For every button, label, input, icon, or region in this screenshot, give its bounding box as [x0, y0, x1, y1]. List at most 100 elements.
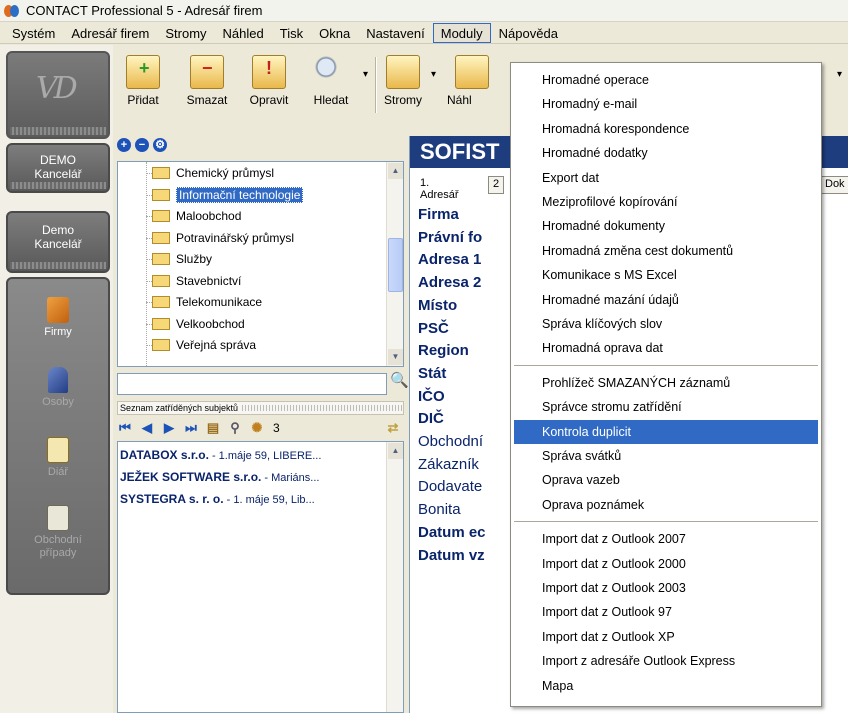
expand-icon[interactable]: + [117, 138, 131, 152]
list-item[interactable]: JEŽEK SOFTWARE s.r.o. - Mariáns... [120, 470, 384, 488]
toolbar-separator [375, 57, 377, 113]
menu-tisk[interactable]: Tisk [272, 23, 311, 43]
detail-field-label: PSČ [418, 319, 449, 337]
sync-icon[interactable]: ⇄ [385, 420, 401, 436]
scroll-thumb[interactable] [388, 238, 403, 292]
scroll-down-icon[interactable]: ▼ [388, 349, 403, 365]
tree-node[interactable]: Veřejná správa [152, 336, 256, 354]
find-dropdown-arrow-icon[interactable]: ▾ [363, 69, 371, 80]
menu-item[interactable]: Import z adresáře Outlook Express [514, 649, 818, 673]
tree-scrollbar[interactable]: ▲ ▼ [386, 162, 403, 366]
nav-item-diar[interactable]: Diář [8, 437, 108, 478]
tab-label: 2 [493, 178, 500, 190]
scroll-up-icon[interactable]: ▲ [388, 443, 403, 459]
brand-logo-icon: VD [36, 71, 78, 106]
nav-item-obchodni-pripady[interactable]: Obchodní případy [8, 505, 108, 560]
menu-item[interactable]: Správa svátků [514, 444, 818, 468]
menu-item[interactable]: Mapa [514, 674, 818, 698]
tab-2[interactable]: 2 [488, 176, 505, 194]
tree-node[interactable]: Telekomunikace [152, 293, 262, 311]
menu-item[interactable]: Hromadné mazání údajů [514, 288, 818, 312]
trees-dropdown-arrow-icon[interactable]: ▾ [431, 69, 439, 80]
company-name: JEŽEK SOFTWARE s.r.o. [120, 470, 262, 484]
nav-item-osoby[interactable]: Osoby [8, 367, 108, 408]
menu-item[interactable]: Hromadný e-mail [514, 92, 818, 116]
detail-field-label: Adresa 1 [418, 251, 482, 269]
menu-item[interactable]: Hromadná korespondence [514, 117, 818, 141]
menu-item[interactable]: Správa klíčových slov [514, 312, 818, 336]
tree-node[interactable]: Potravinářský průmysl [152, 229, 294, 247]
menu-náhled[interactable]: Náhled [215, 23, 272, 43]
preview-button-label: Náhl [447, 93, 472, 107]
search-icon[interactable]: 🔍 [390, 371, 409, 393]
menu-item[interactable]: Export dat [514, 166, 818, 190]
tree-node[interactable]: Velkoobchod [152, 315, 245, 333]
search-input[interactable] [117, 373, 387, 395]
menu-item[interactable]: Hromadné dodatky [514, 141, 818, 165]
list-item[interactable]: DATABOX s.r.o. - 1.máje 59, LIBERE... [120, 448, 384, 466]
first-record-icon[interactable]: ⏮ [117, 420, 133, 436]
add-button-label: Přidat [127, 93, 159, 107]
add-button[interactable]: + Přidat [123, 55, 163, 121]
menu-item[interactable]: Oprava poznámek [514, 493, 818, 517]
menu-nastavení[interactable]: Nastavení [358, 23, 433, 43]
menu-nápověda[interactable]: Nápověda [491, 23, 566, 43]
tree-node[interactable]: Chemický průmysl [152, 164, 274, 182]
tree-node[interactable]: Informační technologie [152, 186, 304, 204]
trees-button[interactable]: Stromy [383, 55, 423, 121]
find-button[interactable]: Hledat [309, 55, 353, 121]
menu-item[interactable]: Správce stromu zatřídění [514, 395, 818, 419]
prev-record-icon[interactable]: ◀ [139, 420, 155, 436]
menu-moduly[interactable]: Moduly [432, 22, 491, 43]
tab-adresar[interactable]: 1. Adresář [416, 176, 463, 201]
nav-demo-office-2[interactable]: Demo Kancelář [6, 211, 110, 273]
last-record-icon[interactable]: ⏭ [183, 420, 199, 436]
menu-item[interactable]: Kontrola duplicit [514, 419, 818, 444]
tree-node[interactable]: Maloobchod [152, 207, 241, 225]
notepad-icon [47, 505, 69, 531]
nav-demo-office-1[interactable]: DEMO Kancelář [6, 143, 110, 193]
tree-settings-icon[interactable]: ⚙ [153, 138, 167, 152]
menu-item[interactable]: Import dat z Outlook XP [514, 625, 818, 649]
delete-button[interactable]: − Smazat [185, 55, 229, 121]
edit-button-label: Opravit [249, 93, 289, 107]
menu-item[interactable]: Hromadná změna cest dokumentů [514, 239, 818, 263]
menu-item[interactable]: Meziprofilové kopírování [514, 190, 818, 214]
nav-item-firmy[interactable]: Firmy [8, 297, 108, 338]
company-name: SYSTEGRA s. r. o. [120, 492, 224, 506]
menu-item[interactable]: Hromadné operace [514, 68, 818, 92]
menu-item[interactable]: Prohlížeč SMAZANÝCH záznamů [514, 371, 818, 395]
subject-list: ▲ DATABOX s.r.o. - 1.máje 59, LIBERE... J… [117, 441, 404, 713]
preview-button[interactable]: Náhl [447, 55, 511, 121]
menu-item[interactable]: Hromadné dokumenty [514, 214, 818, 238]
menu-item[interactable]: Import dat z Outlook 2000 [514, 552, 818, 576]
list-scrollbar[interactable]: ▲ [386, 442, 403, 712]
subject-list-header: Seznam zatříděných subjektů [117, 401, 404, 415]
menu-bar: Systém Adresář firem Stromy Náhled Tisk Okna N… [0, 22, 848, 44]
menu-item[interactable]: Import dat z Outlook 97 [514, 600, 818, 624]
tab-dok[interactable]: Dok [820, 176, 848, 194]
scroll-up-icon[interactable]: ▲ [388, 163, 403, 179]
tree-node[interactable]: Služby [152, 250, 212, 268]
menu-item[interactable]: Komunikace s MS Excel [514, 263, 818, 287]
company-address: - 1. máje 59, Lib... [223, 494, 315, 506]
toolbar-overflow-arrow-icon[interactable]: ▾ [837, 69, 845, 80]
next-record-icon[interactable]: ▶ [161, 420, 177, 436]
menu-stromy[interactable]: Stromy [157, 23, 214, 43]
menu-item[interactable]: Import dat z Outlook 2003 [514, 576, 818, 600]
nav-item-label: Firmy [44, 326, 72, 338]
nav-demo-office-2-label: Demo Kancelář [34, 223, 82, 251]
menu-systém[interactable]: Systém [4, 23, 63, 43]
find-record-icon[interactable]: ⚲ [227, 420, 243, 436]
menu-item[interactable]: Import dat z Outlook 2007 [514, 527, 818, 551]
menu-okna[interactable]: Okna [311, 23, 358, 43]
collapse-icon[interactable]: − [135, 138, 149, 152]
menu-adresář-firem[interactable]: Adresář firem [63, 23, 157, 43]
list-item[interactable]: SYSTEGRA s. r. o. - 1. máje 59, Lib... [120, 492, 384, 510]
tree-node[interactable]: Stavebnictví [152, 272, 241, 290]
menu-item[interactable]: Oprava vazeb [514, 468, 818, 492]
open-record-icon[interactable]: ▤ [205, 420, 221, 436]
filter-icon[interactable]: ✺ [249, 420, 265, 436]
menu-item[interactable]: Hromadná oprava dat [514, 336, 818, 360]
edit-button[interactable]: ! Opravit [247, 55, 291, 121]
